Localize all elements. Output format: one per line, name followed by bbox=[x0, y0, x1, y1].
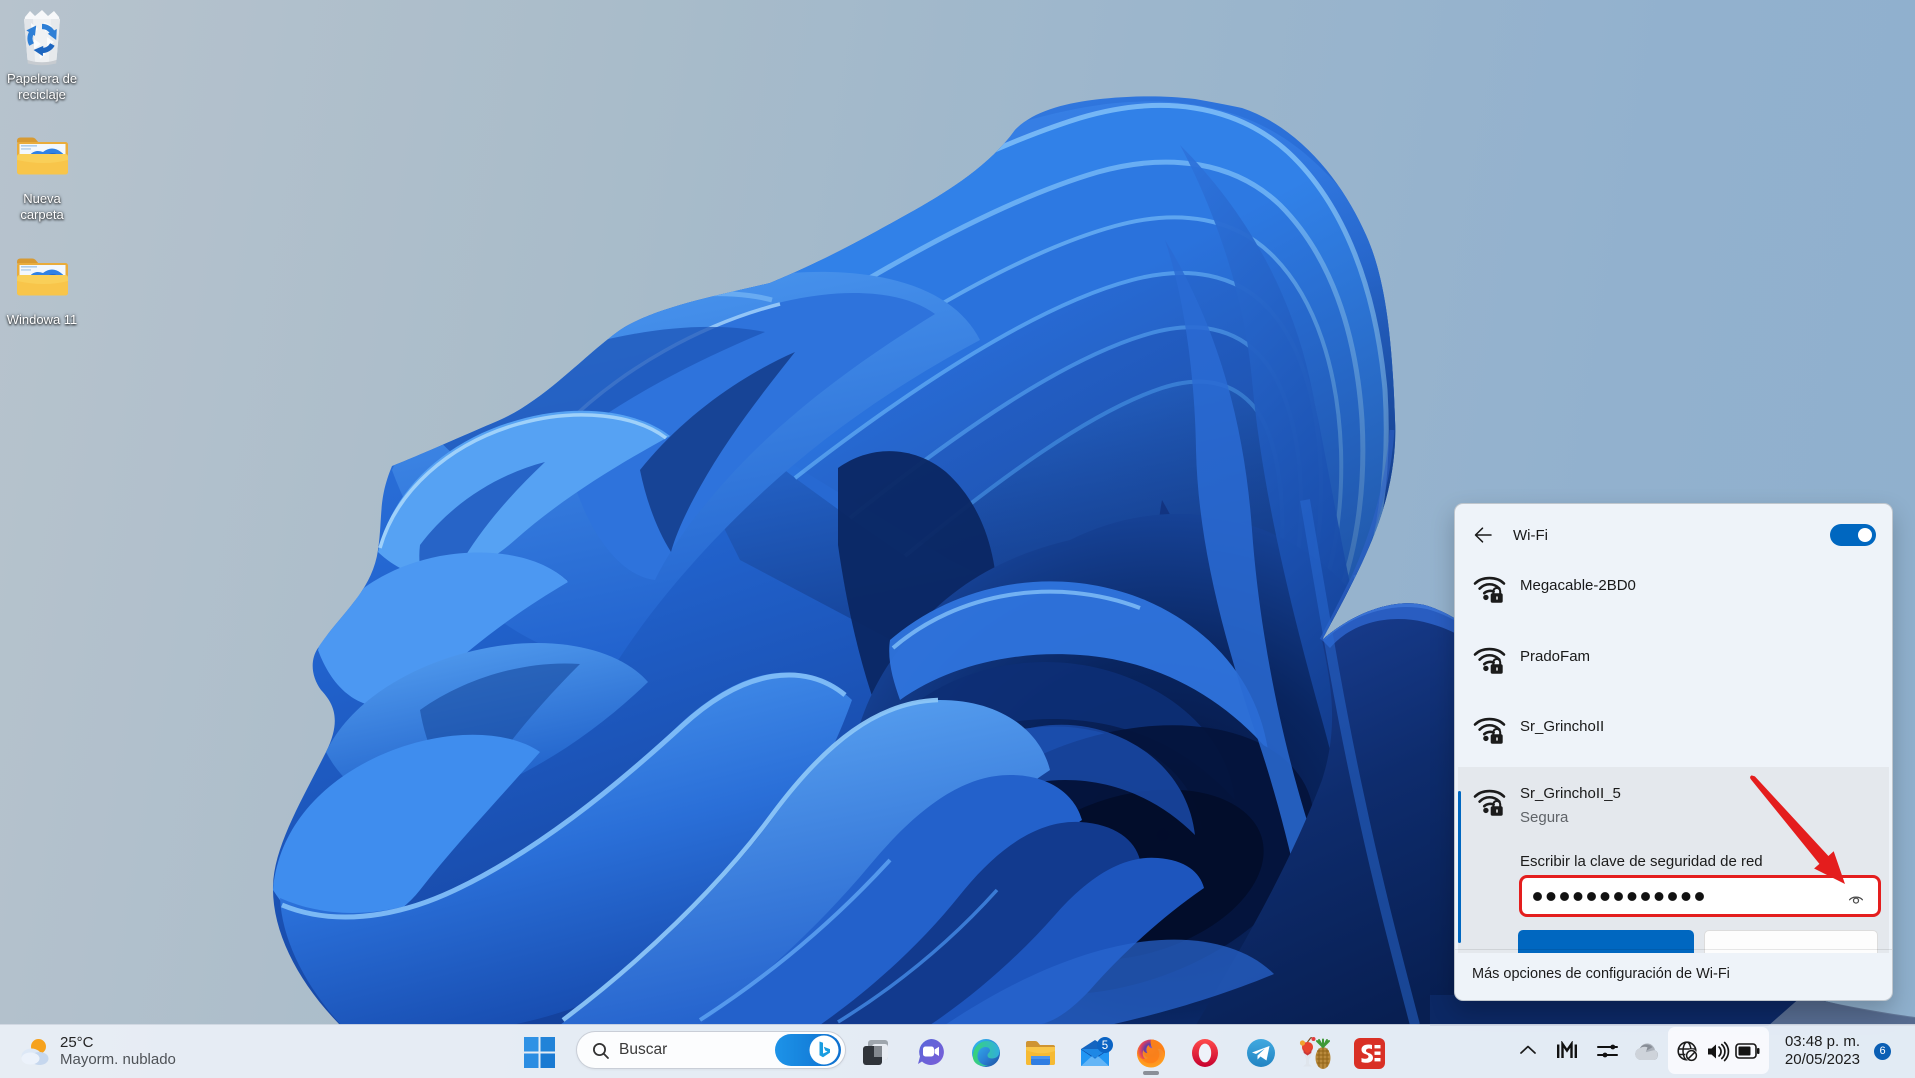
svg-text:5: 5 bbox=[1102, 1040, 1108, 1052]
